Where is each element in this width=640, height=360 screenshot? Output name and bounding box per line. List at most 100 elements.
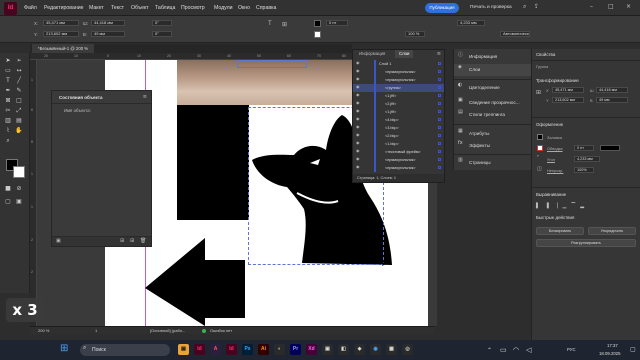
selection-target-icon[interactable] bbox=[438, 78, 441, 81]
text-frame[interactable] bbox=[237, 60, 307, 68]
stroke-color-swatch[interactable] bbox=[13, 166, 25, 178]
new-state-icon[interactable]: ⊞ bbox=[120, 238, 124, 244]
corner-label[interactable]: Угол bbox=[547, 157, 555, 162]
pencil-tool-icon[interactable]: ✎ bbox=[15, 87, 23, 95]
share-icon[interactable]: ⇪ bbox=[534, 3, 539, 10]
clock-date[interactable]: 18.09.2025 bbox=[599, 351, 621, 356]
layer-row[interactable]: ◉ <4.bkp> bbox=[353, 116, 444, 124]
visibility-eye-icon[interactable]: ◉ bbox=[356, 156, 360, 161]
menu-window[interactable]: Окно bbox=[238, 5, 250, 11]
text-frame-icon[interactable]: T bbox=[268, 21, 272, 27]
premiere-app-icon[interactable]: Pr bbox=[290, 344, 301, 355]
dock-item-flattener[interactable]: ▣ Сведение прозрачнос... bbox=[454, 97, 532, 109]
layer-row[interactable]: ◉ <прямоугольник> bbox=[353, 156, 444, 164]
h-field[interactable]: 49 мм bbox=[91, 31, 125, 37]
gap-tool-icon[interactable]: ↔ bbox=[15, 67, 23, 75]
arrange-button[interactable]: Упорядочить bbox=[588, 227, 636, 235]
w-field[interactable]: 44,418 мм bbox=[596, 87, 628, 93]
eyedropper-tool-icon[interactable]: ⌇ bbox=[4, 127, 12, 135]
layer-row[interactable]: ◉ <1.bkp> bbox=[353, 140, 444, 148]
layer-row[interactable]: ◉ <3.bkp> bbox=[353, 124, 444, 132]
page-tool-icon[interactable]: ▭ bbox=[4, 67, 12, 75]
line-tool-icon[interactable]: ╱ bbox=[15, 77, 23, 85]
layer-row[interactable]: ◉ <1.jfif> bbox=[353, 92, 444, 100]
menu-plugins[interactable]: Модули bbox=[214, 5, 233, 11]
free-transform-tool-icon[interactable]: ⤢ bbox=[15, 107, 23, 115]
visibility-eye-icon[interactable]: ◉ bbox=[356, 60, 360, 65]
zoom-tool-icon[interactable]: ⌕ bbox=[4, 137, 12, 145]
visibility-eye-icon[interactable]: ◉ bbox=[356, 164, 360, 169]
selection-target-icon[interactable] bbox=[438, 102, 441, 105]
notifications-icon[interactable]: ▢ bbox=[630, 346, 636, 353]
horizontal-ruler[interactable]: 20 10 0 10 20 30 40 50 60 70 80 bbox=[30, 53, 352, 60]
search-icon[interactable]: ⌕ bbox=[523, 3, 526, 11]
network-icon[interactable]: ◠ bbox=[513, 346, 519, 354]
menu-type[interactable]: Текст bbox=[111, 5, 124, 11]
app-icon[interactable]: ▦ bbox=[386, 344, 397, 355]
menu-table[interactable]: Таблица bbox=[155, 5, 175, 11]
page-number[interactable]: 1 bbox=[95, 328, 97, 333]
rectangle-tool-icon[interactable]: □ bbox=[15, 97, 23, 105]
illustrator-app-icon[interactable]: Ai bbox=[258, 344, 269, 355]
battery-icon[interactable]: ▭ bbox=[500, 346, 507, 354]
visibility-eye-icon[interactable]: ◉ bbox=[356, 116, 360, 121]
panel-menu-icon[interactable]: ≡ bbox=[437, 51, 441, 57]
zoom-level[interactable]: 200 % bbox=[38, 328, 49, 333]
hand-tool-icon[interactable]: ✋ bbox=[15, 127, 23, 135]
volume-icon[interactable]: ◁ bbox=[526, 346, 531, 354]
visibility-eye-icon[interactable]: ◉ bbox=[356, 140, 360, 145]
layer-row[interactable]: ◉ <2.jfif> bbox=[353, 100, 444, 108]
app-icon[interactable]: ◐ bbox=[274, 344, 285, 355]
visibility-eye-icon[interactable]: ◉ bbox=[356, 148, 360, 153]
y-field[interactable]: 213,602 мм bbox=[43, 31, 79, 37]
tab-info[interactable]: Информация bbox=[355, 50, 389, 58]
menu-layout[interactable]: Макет bbox=[89, 5, 104, 11]
preview-mode-icon[interactable]: ▣ bbox=[15, 198, 23, 206]
layer-row[interactable]: ◉ <текстовый фрейм> bbox=[353, 148, 444, 156]
apply-color-icon[interactable]: ■ bbox=[4, 185, 12, 193]
menu-view[interactable]: Просмотр bbox=[181, 5, 205, 11]
visibility-eye-icon[interactable]: ◉ bbox=[356, 92, 360, 97]
gradient-tool-icon[interactable]: ▥ bbox=[4, 117, 12, 125]
dock-item-trap-styles[interactable]: ▤ Стили треппинга bbox=[454, 109, 532, 121]
layer-row[interactable]: ◉ <прямоугольник> bbox=[353, 68, 444, 76]
dock-item-attributes[interactable]: ▦ Атрибуты bbox=[454, 128, 532, 140]
selection-target-icon[interactable] bbox=[438, 166, 441, 169]
print-check-menu[interactable]: Печать и проверка bbox=[470, 5, 512, 10]
apply-none-icon[interactable]: ⊘ bbox=[15, 185, 23, 193]
visibility-eye-icon[interactable]: ◉ bbox=[356, 124, 360, 129]
shear-field[interactable]: 0° bbox=[152, 31, 172, 37]
selection-target-icon[interactable] bbox=[438, 150, 441, 153]
layer-row[interactable]: ◉ <прямоугольник> bbox=[353, 164, 444, 172]
angle-field[interactable]: 0° bbox=[152, 20, 172, 26]
stroke-weight-field[interactable]: 0 пт bbox=[574, 145, 594, 151]
visibility-eye-icon[interactable]: ◉ bbox=[356, 76, 360, 81]
menu-help[interactable]: Справка bbox=[256, 5, 276, 11]
windows-start-icon[interactable]: ⊞ bbox=[60, 343, 68, 354]
app-logo[interactable]: Id bbox=[4, 2, 17, 15]
language-indicator[interactable]: РУС bbox=[567, 347, 576, 352]
panel-menu-icon[interactable]: ≡ bbox=[143, 94, 147, 100]
align-buttons-row[interactable]: ▌▐▕▁▔▂ bbox=[536, 203, 636, 211]
menu-file[interactable]: Файл bbox=[24, 5, 37, 11]
layer-row[interactable]: ◉ <2.bkp> bbox=[353, 132, 444, 140]
explorer-app-icon[interactable]: ▤ bbox=[178, 344, 189, 355]
layer-row[interactable]: ◉ <группа> bbox=[353, 84, 444, 92]
fill-swatch[interactable] bbox=[537, 134, 543, 140]
maximize-icon[interactable]: □ bbox=[608, 3, 614, 10]
dock-item-info[interactable]: ⓘ Информация bbox=[454, 51, 532, 63]
ungroup-button[interactable]: Разгруппировать bbox=[536, 239, 636, 247]
acrobat-app-icon[interactable]: A bbox=[210, 344, 221, 355]
note-tool-icon[interactable]: ▤ bbox=[15, 117, 23, 125]
layer-row[interactable]: ◉ <прямоугольник> bbox=[353, 76, 444, 84]
app-icon[interactable]: ◧ bbox=[338, 344, 349, 355]
h-field[interactable]: 49 мм bbox=[596, 97, 628, 103]
dock-item-separations[interactable]: ◐ Цветоделение bbox=[454, 82, 532, 94]
selection-tool-icon[interactable]: ➤ bbox=[4, 57, 12, 65]
indesign-app-icon[interactable]: Id bbox=[194, 344, 205, 355]
dock-item-effects[interactable]: fx Эффекты bbox=[454, 140, 532, 152]
black-rectangle[interactable] bbox=[177, 105, 249, 220]
tab-properties[interactable]: Свойства bbox=[536, 52, 555, 57]
opacity-label[interactable]: Непрозр. bbox=[547, 168, 563, 173]
visibility-eye-icon[interactable]: ◉ bbox=[356, 132, 360, 137]
